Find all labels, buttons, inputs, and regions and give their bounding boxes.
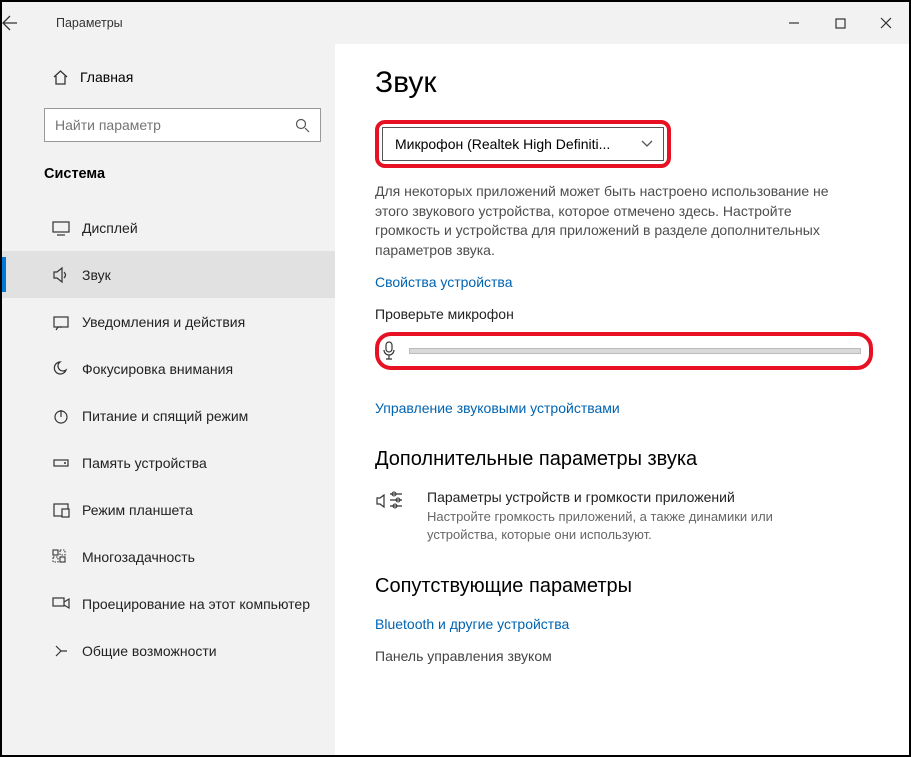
mic-level-bar	[409, 348, 861, 354]
advanced-heading: Дополнительные параметры звука	[375, 448, 885, 471]
app-volume-desc: Настройте громкость приложений, а также …	[427, 508, 827, 543]
sidebar-item-label: Режим планшета	[82, 502, 193, 518]
tablet-icon	[52, 501, 82, 519]
power-icon	[52, 407, 82, 425]
manage-devices-link[interactable]: Управление звуковыми устройствами	[375, 400, 885, 416]
sidebar-item-shared[interactable]: Общие возможности	[2, 627, 335, 674]
search-icon	[295, 118, 310, 133]
titlebar: Параметры	[2, 2, 909, 44]
notifications-icon	[52, 313, 82, 331]
test-mic-label: Проверьте микрофон	[375, 306, 885, 322]
sidebar-home[interactable]: Главная	[2, 56, 335, 98]
maximize-button[interactable]	[817, 2, 863, 44]
window-title: Параметры	[48, 16, 123, 30]
sidebar-item-label: Дисплей	[82, 220, 138, 236]
device-properties-link[interactable]: Свойства устройства	[375, 274, 885, 290]
page-heading: Звук	[375, 66, 885, 100]
minimize-icon	[788, 17, 800, 29]
storage-icon	[52, 454, 82, 472]
close-button[interactable]	[863, 2, 909, 44]
input-device-dropdown[interactable]: Микрофон (Realtek High Definiti...	[382, 127, 664, 161]
minimize-button[interactable]	[771, 2, 817, 44]
microphone-icon	[381, 341, 409, 361]
home-icon	[52, 69, 80, 86]
input-device-note: Для некоторых приложений может быть наст…	[375, 182, 855, 260]
related-heading: Сопутствующие параметры	[375, 575, 885, 598]
sidebar-item-notifications[interactable]: Уведомления и действия	[2, 298, 335, 345]
related-bluetooth-link[interactable]: Bluetooth и другие устройства	[375, 616, 885, 632]
app-volume-title: Параметры устройств и громкости приложен…	[427, 489, 827, 505]
sidebar-item-display[interactable]: Дисплей	[2, 204, 335, 251]
sidebar-home-label: Главная	[80, 69, 133, 85]
back-button[interactable]	[2, 15, 48, 31]
display-icon	[52, 219, 82, 237]
input-device-value: Микрофон (Realtek High Definiti...	[395, 136, 610, 152]
content: Звук Микрофон (Realtek High Definiti... …	[335, 44, 909, 755]
highlight-mic-test	[375, 332, 873, 370]
multitask-icon	[52, 548, 82, 566]
sidebar-item-label: Многозадачность	[82, 549, 195, 565]
search-input[interactable]	[44, 108, 321, 142]
sidebar-item-focus[interactable]: Фокусировка внимания	[2, 345, 335, 392]
sidebar-item-project[interactable]: Проецирование на этот компьютер	[2, 580, 335, 627]
close-icon	[880, 17, 892, 29]
project-icon	[52, 595, 82, 613]
search-field[interactable]	[55, 117, 295, 133]
app-volume-row[interactable]: Параметры устройств и громкости приложен…	[375, 489, 885, 543]
sidebar-item-label: Фокусировка внимания	[82, 361, 233, 377]
app-volume-icon	[375, 489, 409, 543]
sidebar-item-label: Звук	[82, 267, 111, 283]
sidebar-category: Система	[2, 148, 335, 196]
sound-icon	[52, 266, 82, 284]
chevron-down-icon	[641, 140, 653, 148]
sidebar-item-label: Питание и спящий режим	[82, 408, 248, 424]
sidebar-item-label: Проецирование на этот компьютер	[82, 596, 310, 612]
sidebar-item-tablet[interactable]: Режим планшета	[2, 486, 335, 533]
arrow-left-icon	[2, 15, 18, 31]
sidebar-nav: Дисплей Звук Уведомления и действия Фоку…	[2, 204, 335, 674]
sidebar-item-multitask[interactable]: Многозадачность	[2, 533, 335, 580]
mic-test-bar	[381, 338, 861, 364]
sidebar-item-sound[interactable]: Звук	[2, 251, 335, 298]
sidebar-item-power[interactable]: Питание и спящий режим	[2, 392, 335, 439]
sidebar-item-label: Память устройства	[82, 455, 207, 471]
focus-icon	[52, 360, 82, 378]
shared-icon	[52, 642, 82, 660]
highlight-input-device: Микрофон (Realtek High Definiti...	[375, 120, 671, 168]
related-sound-panel-link[interactable]: Панель управления звуком	[375, 648, 885, 664]
sidebar: Главная Система Дисплей Звук Уведомле	[2, 44, 335, 755]
sidebar-item-label: Общие возможности	[82, 643, 217, 659]
sidebar-item-storage[interactable]: Память устройства	[2, 439, 335, 486]
maximize-icon	[835, 18, 846, 29]
sidebar-item-label: Уведомления и действия	[82, 314, 245, 330]
